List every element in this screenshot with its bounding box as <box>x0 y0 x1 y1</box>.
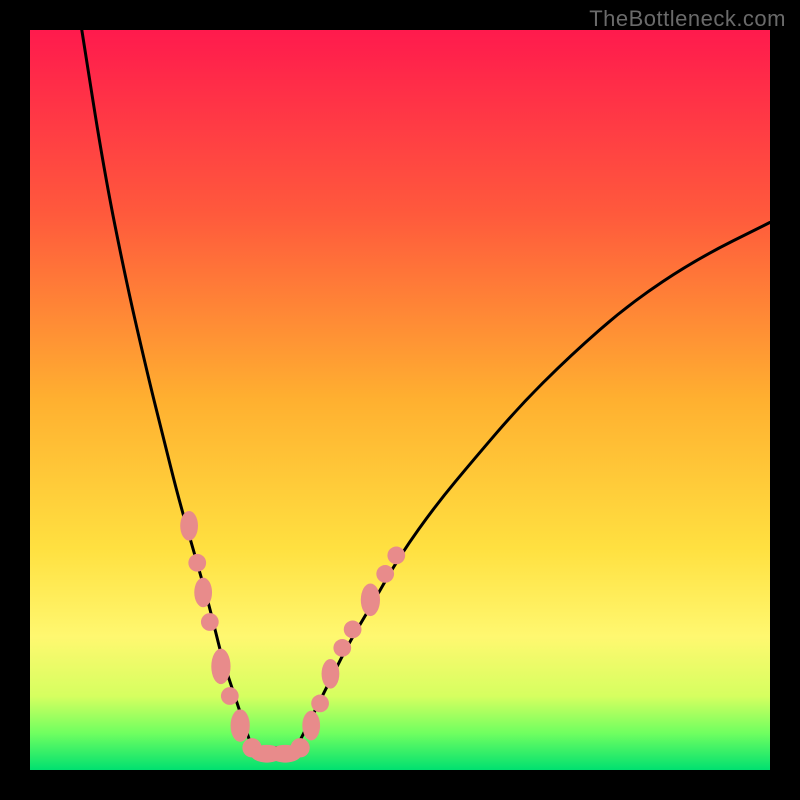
marker-point <box>333 639 351 657</box>
marker-point <box>194 578 212 608</box>
marker-point <box>290 738 309 757</box>
chart-svg <box>30 30 770 770</box>
marker-point <box>211 649 230 685</box>
marker-point <box>311 695 329 713</box>
gradient-background <box>30 30 770 770</box>
marker-point <box>344 621 362 639</box>
marker-point <box>188 554 206 572</box>
marker-point <box>387 547 405 565</box>
chart-figure: TheBottleneck.com <box>0 0 800 800</box>
marker-point <box>231 709 250 742</box>
watermark-text: TheBottleneck.com <box>589 6 786 32</box>
marker-point <box>302 711 320 741</box>
marker-point <box>361 584 380 617</box>
marker-point <box>201 613 219 631</box>
marker-point <box>221 687 239 705</box>
marker-point <box>322 659 340 689</box>
marker-point <box>180 511 198 541</box>
plot-area <box>30 30 770 770</box>
marker-point <box>376 565 394 583</box>
